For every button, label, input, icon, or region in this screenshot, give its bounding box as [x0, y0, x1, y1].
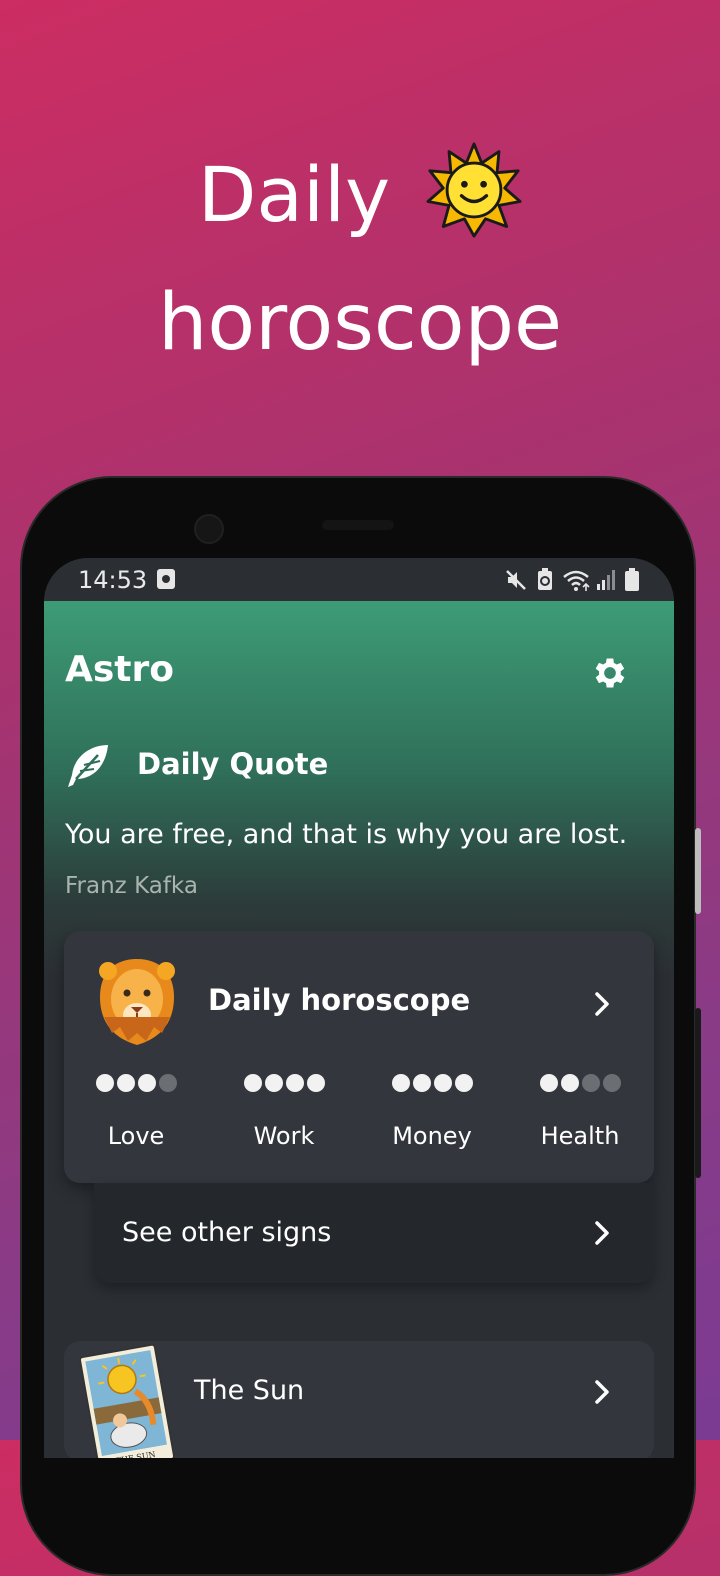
earpiece-speaker: [322, 520, 394, 530]
chevron-right-icon[interactable]: [592, 1220, 612, 1246]
rating-dot-filled: [412, 1074, 431, 1092]
rating-dots: [358, 1074, 506, 1092]
feather-icon: [68, 745, 108, 787]
rating-label: Work: [253, 1122, 315, 1150]
rating-dot-filled: [116, 1074, 135, 1092]
chevron-right-icon[interactable]: [592, 991, 612, 1017]
see-other-signs-label: See other signs: [122, 1217, 332, 1248]
rating-dot-empty: [158, 1074, 177, 1092]
promo-headline-line2: horoscope: [158, 278, 562, 368]
rating-dot-empty: [581, 1074, 600, 1092]
front-camera: [194, 514, 224, 544]
quote-text: You are free, and that is why you are lo…: [65, 819, 628, 850]
status-bar: 14:53: [44, 558, 674, 602]
rating-dot-filled: [137, 1074, 156, 1092]
sun-with-face-icon: [426, 142, 522, 238]
see-other-signs-button[interactable]: See other signs: [94, 1183, 654, 1283]
phone-screen: 14:53 Astro Daily Quote You are free, an…: [44, 558, 674, 1458]
status-time: 14:53: [78, 566, 148, 594]
battery-icon: [625, 568, 639, 591]
rating-health: Health: [506, 1074, 654, 1150]
mute-icon: [506, 570, 526, 590]
rating-label: Love: [107, 1122, 165, 1150]
rating-love: Love: [62, 1074, 210, 1150]
app-title: Astro: [65, 649, 174, 690]
rating-dot-filled: [95, 1074, 114, 1092]
app-content: Astro Daily Quote You are free, and that…: [44, 601, 674, 1458]
leo-lion-icon: [99, 959, 175, 1045]
rating-dots: [210, 1074, 358, 1092]
rating-label: Money: [392, 1122, 472, 1150]
rating-dot-filled: [285, 1074, 304, 1092]
rating-dot-filled: [264, 1074, 283, 1092]
rating-work: Work: [210, 1074, 358, 1150]
gear-icon[interactable]: [590, 653, 630, 693]
rating-dot-filled: [433, 1074, 452, 1092]
quote-heading: Daily Quote: [137, 747, 329, 781]
rating-label: Health: [540, 1122, 620, 1150]
daily-horoscope-card[interactable]: Daily horoscope Love Work Money Health: [64, 931, 654, 1183]
chevron-right-icon[interactable]: [592, 1379, 612, 1405]
battery-saver-icon: [538, 568, 552, 590]
tarot-card-name: The Sun: [194, 1375, 305, 1406]
rating-money: Money: [358, 1074, 506, 1150]
rating-dot-filled: [243, 1074, 262, 1092]
rating-dot-filled: [306, 1074, 325, 1092]
signal-icon: [597, 570, 615, 590]
phone-power-button: [695, 828, 701, 914]
rating-dot-filled: [454, 1074, 473, 1092]
daily-horoscope-title: Daily horoscope: [208, 983, 471, 1017]
rating-dot-filled: [391, 1074, 410, 1092]
rating-dot-filled: [560, 1074, 579, 1092]
rating-dot-empty: [602, 1074, 621, 1092]
rating-dots: [506, 1074, 654, 1092]
rating-dot-filled: [539, 1074, 558, 1092]
rating-dots: [62, 1074, 210, 1092]
screenshot-icon: [157, 569, 175, 589]
phone-volume-button: [695, 1008, 701, 1178]
quote-author: Franz Kafka: [65, 873, 198, 899]
promo-headline-line1: Daily: [0, 142, 720, 248]
headline-text-daily: Daily: [197, 150, 391, 239]
wifi-icon: [563, 570, 590, 591]
